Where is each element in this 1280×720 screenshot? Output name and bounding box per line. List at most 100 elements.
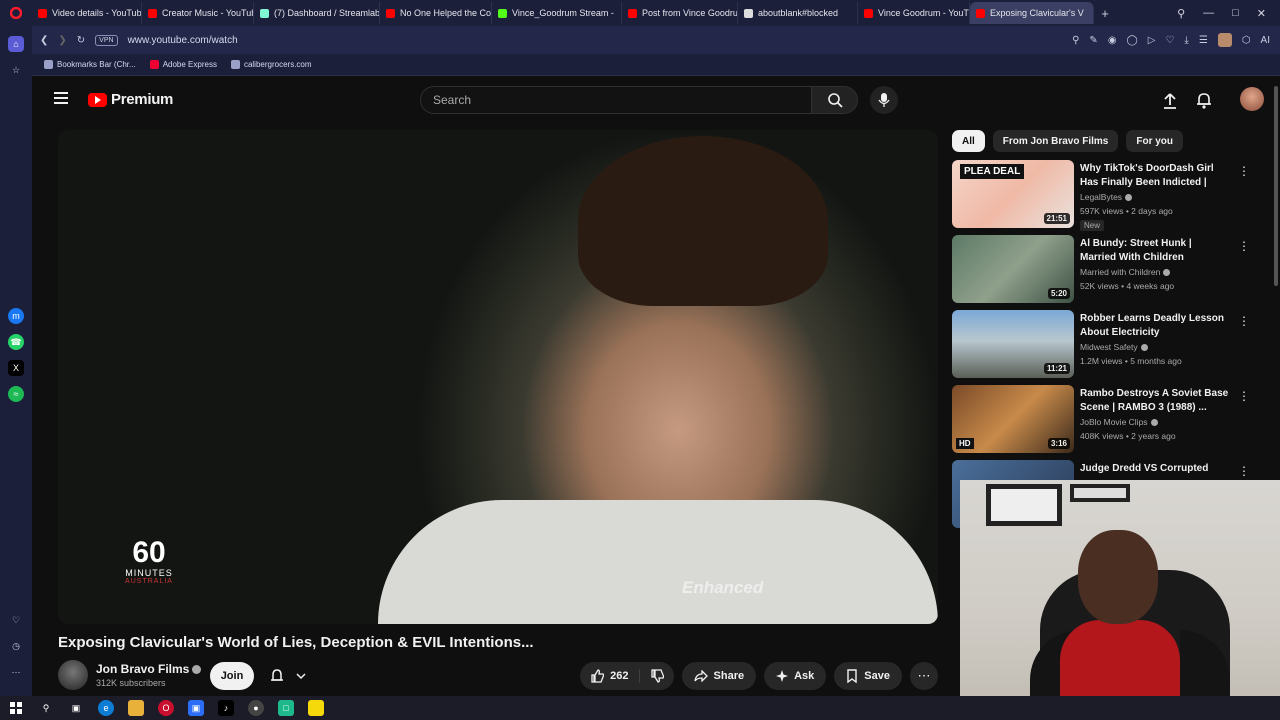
reload-icon[interactable]: ↻ [77,35,85,46]
scrollbar[interactable] [1274,86,1278,286]
recommendation-item[interactable]: HD 3:16 Rambo Destroys A Soviet Base Scene… [952,385,1262,460]
video-thumbnail[interactable]: 11:21 [952,310,1074,378]
recommendation-title[interactable]: Al Bundy: Street Hunk | Married With Chi… [1080,237,1230,265]
maximize-button[interactable]: □ [1232,7,1239,20]
browser-tab[interactable]: Exposing Clavicular's V [970,2,1094,24]
vpn-badge[interactable]: VPN [95,34,118,46]
recommendation-item[interactable]: PLEA DEAL 21:51 Why TikTok's DoorDash Girl… [952,160,1262,235]
recommendation-title[interactable]: Robber Learns Deadly Lesson About Electr… [1080,312,1230,340]
profile-avatar[interactable] [1217,33,1232,47]
home-icon[interactable]: ⌂ [8,36,24,52]
kebab-menu-icon[interactable]: ⋮ [1238,164,1250,178]
browser-tab[interactable]: Vince_Goodrum Stream - [492,2,622,24]
search-icon[interactable]: ⚲ [38,700,54,716]
browser-tab[interactable]: No One Helped the Cop? [380,2,492,24]
opera-icon[interactable]: O [158,700,174,716]
channel-avatar[interactable] [58,660,88,690]
kebab-menu-icon[interactable]: ⋮ [1238,314,1250,328]
store-icon[interactable]: ▣ [188,700,204,716]
like-button[interactable]: 262 [580,669,640,683]
back-icon[interactable]: ❮ [40,35,48,46]
browser-tab[interactable]: Post from Vince Goodrum [622,2,738,24]
filter-chip[interactable]: For you [1126,130,1184,152]
messenger-icon[interactable]: m [8,308,24,324]
menu-icon[interactable]: ☰ [1199,35,1208,46]
close-window-button[interactable]: ✕ [1257,7,1266,20]
more-actions-button[interactable]: ⋯ [910,662,938,690]
play-icon[interactable]: ▷ [1148,35,1156,46]
notifications-bell-icon[interactable] [1196,91,1212,109]
voice-search-button[interactable] [870,86,898,114]
save-button[interactable]: Save [834,662,902,690]
tiktok-icon[interactable]: ♪ [218,700,234,716]
search-button[interactable] [812,86,858,114]
recommendation-channel[interactable]: Midwest Safety [1080,342,1148,352]
shield-icon[interactable]: ◯ [1127,35,1138,46]
browser-tab[interactable]: aboutblank#blocked [738,2,858,24]
kebab-menu-icon[interactable]: ⋮ [1238,389,1250,403]
join-button[interactable]: Join [210,662,254,690]
bookmark-item[interactable]: calibergrocers.com [230,60,312,69]
browser-tab[interactable]: (7) Dashboard / Streamlab [254,2,380,24]
aria-ai-button[interactable]: AI [1261,35,1270,46]
minimize-button[interactable]: — [1203,7,1214,20]
heart-icon[interactable]: ♡ [1165,35,1174,46]
video-thumbnail[interactable]: 5:20 [952,235,1074,303]
video-player[interactable]: 60 MINUTES AUSTRALIA Enhanced [58,130,938,624]
subscription-bell-button[interactable] [264,662,312,690]
search-input[interactable]: Search [420,86,812,114]
video-thumbnail[interactable]: HD 3:16 [952,385,1074,453]
extensions-icon[interactable]: ⬡ [1242,35,1251,46]
recommendation-channel[interactable]: Married with Children [1080,267,1171,277]
recommendation-title[interactable]: Judge Dredd VS Corrupted [1080,462,1230,476]
heart-icon[interactable]: ♡ [8,612,24,628]
recommendation-item[interactable]: 11:21 Robber Learns Deadly Lesson About E… [952,310,1262,385]
x-twitter-icon[interactable]: X [8,360,24,376]
browser-tab[interactable]: Creator Music - YouTube [142,2,254,24]
edge-icon[interactable]: e [98,700,114,716]
bookmark-item[interactable]: Bookmarks Bar (Chr... [44,60,136,69]
recommendation-title[interactable]: Why TikTok's DoorDash Girl Has Finally B… [1080,162,1230,190]
upload-icon[interactable] [1162,92,1178,110]
video-frame[interactable]: 60 MINUTES AUSTRALIA Enhanced [58,130,938,624]
camera-icon[interactable]: ◉ [1108,35,1117,46]
tab-search-icon[interactable]: ⚲ [1177,7,1185,20]
recommendation-channel[interactable]: JoBlo Movie Clips [1080,417,1158,427]
channel-name[interactable]: Jon Bravo Films [96,662,202,676]
star-icon[interactable]: ☆ [8,62,24,78]
more-icon[interactable]: ⋯ [8,664,24,680]
kebab-menu-icon[interactable]: ⋮ [1238,239,1250,253]
streamlabs-icon[interactable]: □ [278,700,294,716]
task-view-icon[interactable]: ▣ [68,700,84,716]
obs-icon[interactable]: ● [248,700,264,716]
recommendation-item[interactable]: 5:20 Al Bundy: Street Hunk | Married With… [952,235,1262,310]
whatsapp-icon[interactable]: ☎ [8,334,24,350]
download-icon[interactable]: ⤓ [1184,35,1188,46]
windows-start-icon[interactable] [8,700,24,716]
spotify-icon[interactable]: ≈ [8,386,24,402]
sticky-notes-icon[interactable] [308,700,324,716]
recommendation-channel[interactable]: LegalBytes [1080,192,1133,202]
filter-chip[interactable]: All [952,130,985,152]
dislike-button[interactable] [640,669,674,683]
recommendation-title[interactable]: Rambo Destroys A Soviet Base Scene | RAM… [1080,387,1230,415]
account-avatar[interactable] [1240,87,1264,111]
forward-icon[interactable]: ❯ [58,35,66,46]
ask-button[interactable]: Ask [764,662,827,690]
video-thumbnail[interactable]: PLEA DEAL 21:51 [952,160,1074,228]
youtube-premium-logo[interactable]: Premium [88,91,173,108]
opera-menu-button[interactable] [0,0,32,26]
browser-tab[interactable]: Video details - YouTube St [32,2,142,24]
bookmark-item[interactable]: Adobe Express [149,60,217,69]
hamburger-menu-icon[interactable] [54,92,68,104]
history-icon[interactable]: ◷ [8,638,24,654]
kebab-menu-icon[interactable]: ⋮ [1238,464,1250,478]
browser-tab[interactable]: Vince Goodrum - YouTub [858,2,970,24]
url-field[interactable]: www.youtube.com/watch [128,35,238,46]
search-icon[interactable]: ⚲ [1072,35,1079,46]
new-tab-button[interactable]: + [1094,6,1116,21]
share-button[interactable]: Share [681,662,757,690]
edit-icon[interactable]: ✎ [1089,35,1097,46]
file-explorer-icon[interactable] [128,700,144,716]
filter-chip[interactable]: From Jon Bravo Films [992,130,1119,152]
